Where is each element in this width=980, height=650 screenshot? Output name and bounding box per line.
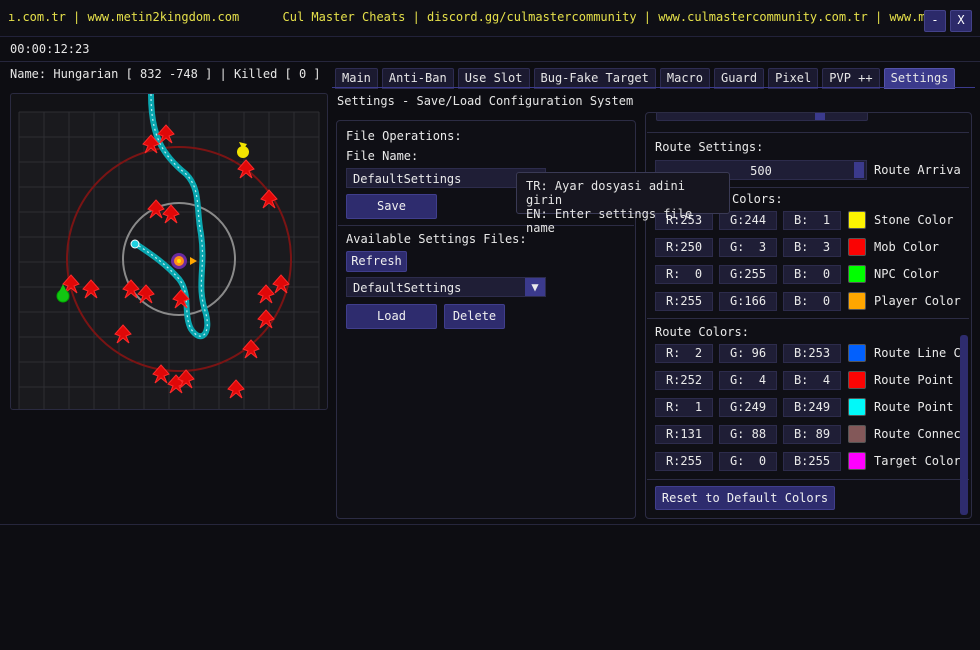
title-bar: ı.com.tr | www.metin2kingdom.com Cul Mas… bbox=[0, 0, 980, 37]
route-red-input[interactable]: R:252 bbox=[655, 371, 713, 390]
route-color-swatch[interactable] bbox=[848, 425, 866, 443]
entity-red-input[interactable]: R:255 bbox=[655, 292, 713, 311]
route-blue-input[interactable]: B:249 bbox=[783, 398, 841, 417]
entity-red-input[interactable]: R:250 bbox=[655, 238, 713, 257]
tab-use-slot[interactable]: Use Slot bbox=[457, 68, 530, 89]
route-green-input[interactable]: G: 88 bbox=[719, 425, 777, 444]
route-arrival-label: Route Arriva bbox=[874, 163, 961, 177]
tooltip-line-tr: TR: Ayar dosyasi adini girin bbox=[526, 179, 685, 207]
entity-blue-input[interactable]: B: 0 bbox=[783, 265, 841, 284]
entity-color-swatch[interactable] bbox=[848, 211, 866, 229]
divider bbox=[647, 318, 969, 319]
route-color-swatch[interactable] bbox=[848, 398, 866, 416]
file-name-label: File Name: bbox=[346, 149, 419, 163]
entity-color-label: NPC Color bbox=[874, 267, 940, 281]
tab-bar: Main Anti-Ban Use Slot Bug-Fake Target Macro… bbox=[335, 68, 956, 89]
entity-color-label: Player Color bbox=[874, 294, 961, 308]
refresh-button[interactable]: Refresh bbox=[346, 251, 407, 272]
route-red-input[interactable]: R:131 bbox=[655, 425, 713, 444]
entity-green-input[interactable]: G: 3 bbox=[719, 238, 777, 257]
route-red-input[interactable]: R: 1 bbox=[655, 398, 713, 417]
session-timer: 00:00:12:23 bbox=[10, 42, 90, 56]
route-green-input[interactable]: G: 4 bbox=[719, 371, 777, 390]
entity-blue-input[interactable]: B: 1 bbox=[783, 211, 841, 230]
route-blue-input[interactable]: B: 4 bbox=[783, 371, 841, 390]
route-green-input[interactable]: G: 96 bbox=[719, 344, 777, 363]
partial-slider[interactable] bbox=[656, 113, 868, 121]
route-blue-input[interactable]: B:255 bbox=[783, 452, 841, 471]
entity-color-swatch[interactable] bbox=[848, 238, 866, 256]
route-color-label: Route Point bbox=[874, 373, 954, 387]
route-arrival-value: 500 bbox=[750, 164, 772, 178]
status-line: Name: Hungarian [ 832 -748 ] | Killed [ … bbox=[10, 67, 321, 81]
route-color-label: Route Connec bbox=[874, 427, 961, 441]
route-color-swatch[interactable] bbox=[848, 452, 866, 470]
tab-anti-ban[interactable]: Anti-Ban bbox=[381, 68, 454, 89]
selected-file: DefaultSettings bbox=[353, 281, 462, 295]
route-color-swatch[interactable] bbox=[848, 371, 866, 389]
radar-map[interactable] bbox=[10, 93, 328, 410]
tab-bug-fake-target[interactable]: Bug-Fake Target bbox=[533, 68, 656, 89]
entity-green-input[interactable]: G:166 bbox=[719, 292, 777, 311]
reset-colors-button[interactable]: Reset to Default Colors bbox=[655, 486, 835, 510]
tab-main[interactable]: Main bbox=[335, 68, 378, 89]
tab-pvp[interactable]: PVP ++ bbox=[822, 68, 880, 89]
tab-guard[interactable]: Guard bbox=[714, 68, 765, 89]
entity-color-label: Mob Color bbox=[874, 240, 940, 254]
tooltip-line-en: EN: Enter settings file name bbox=[526, 207, 693, 235]
route-blue-input[interactable]: B: 89 bbox=[783, 425, 841, 444]
route-red-input[interactable]: R: 2 bbox=[655, 344, 713, 363]
scrollbar-thumb[interactable] bbox=[960, 335, 968, 515]
load-button[interactable]: Load bbox=[346, 304, 437, 329]
triangle-down-icon[interactable]: ▼ bbox=[525, 278, 545, 296]
tab-underline bbox=[332, 87, 975, 88]
slider-handle[interactable] bbox=[854, 162, 864, 178]
colors-heading: Colors: bbox=[732, 192, 783, 206]
settings-file-select[interactable]: DefaultSettings ▼ bbox=[346, 277, 546, 297]
route-color-label: Route Point bbox=[874, 400, 954, 414]
close-button[interactable]: X bbox=[950, 10, 972, 32]
entity-blue-input[interactable]: B: 3 bbox=[783, 238, 841, 257]
route-blue-input[interactable]: B:253 bbox=[783, 344, 841, 363]
available-files-label: Available Settings Files: bbox=[346, 232, 527, 246]
minimize-button[interactable]: - bbox=[924, 10, 946, 32]
entity-color-swatch[interactable] bbox=[848, 265, 866, 283]
tab-macro[interactable]: Macro bbox=[659, 68, 710, 89]
route-settings-heading: Route Settings: bbox=[655, 140, 764, 154]
save-button[interactable]: Save bbox=[346, 194, 437, 219]
tab-settings[interactable]: Settings bbox=[883, 68, 956, 89]
divider bbox=[647, 132, 969, 133]
route-color-label: Route Line C bbox=[874, 346, 961, 360]
entity-color-label: Stone Color bbox=[874, 213, 954, 227]
route-colors-heading: Route Colors: bbox=[655, 325, 749, 339]
route-green-input[interactable]: G:249 bbox=[719, 398, 777, 417]
entity-blue-input[interactable]: B: 0 bbox=[783, 292, 841, 311]
entity-color-swatch[interactable] bbox=[848, 292, 866, 310]
route-red-input[interactable]: R:255 bbox=[655, 452, 713, 471]
file-name-tooltip: TR: Ayar dosyasi adini girin EN: Enter s… bbox=[516, 172, 730, 235]
delete-button[interactable]: Delete bbox=[444, 304, 505, 329]
route-green-input[interactable]: G: 0 bbox=[719, 452, 777, 471]
radar-svg bbox=[18, 94, 320, 409]
file-operations-heading: File Operations: bbox=[346, 129, 462, 143]
divider bbox=[0, 61, 980, 62]
divider bbox=[647, 479, 969, 480]
section-title: Settings - Save/Load Configuration Syste… bbox=[337, 94, 634, 108]
entity-red-input[interactable]: R: 0 bbox=[655, 265, 713, 284]
bottom-divider bbox=[0, 524, 980, 525]
route-start-point bbox=[130, 239, 140, 249]
entity-green-input[interactable]: G:255 bbox=[719, 265, 777, 284]
route-color-label: Target Color bbox=[874, 454, 961, 468]
tab-pixel[interactable]: Pixel bbox=[768, 68, 819, 89]
marquee-text: ı.com.tr | www.metin2kingdom.com Cul Mas… bbox=[8, 10, 933, 24]
route-color-swatch[interactable] bbox=[848, 344, 866, 362]
